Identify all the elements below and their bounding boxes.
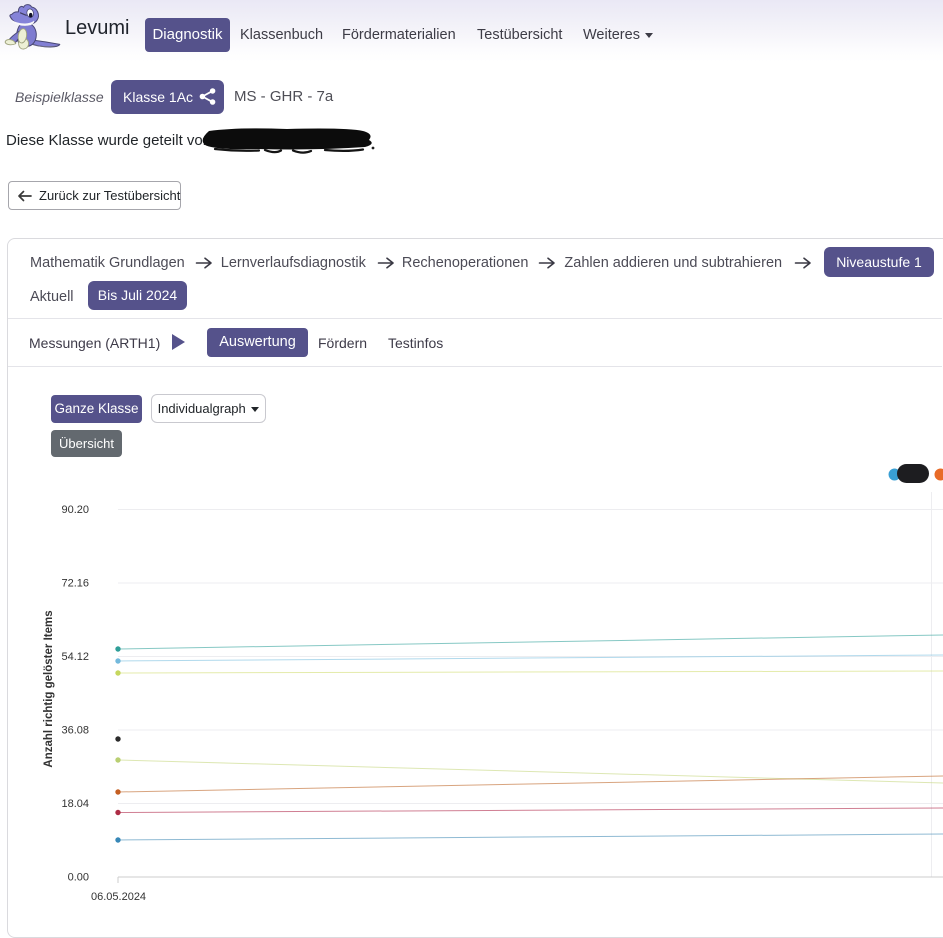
svg-text:36.08: 36.08 [61,725,89,737]
svg-text:18.04: 18.04 [61,798,89,810]
svg-text:90.20: 90.20 [61,504,89,516]
svg-text:54.12: 54.12 [61,651,89,663]
svg-text:Anzahl richtig gelöster Items: Anzahl richtig gelöster Items [43,610,55,767]
svg-text:0.00: 0.00 [68,872,89,884]
svg-text:06.05.2024: 06.05.2024 [91,891,146,903]
svg-text:72.16: 72.16 [61,578,89,590]
